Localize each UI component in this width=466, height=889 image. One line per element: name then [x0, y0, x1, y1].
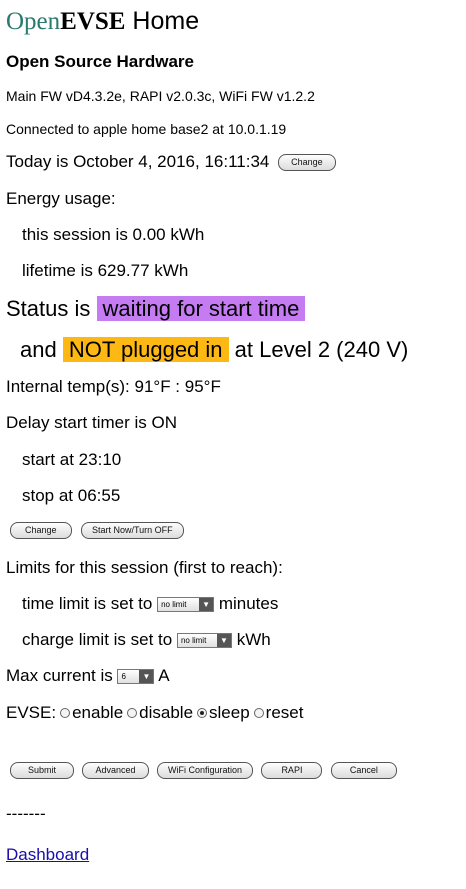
timer-stop: stop at 06:55 [22, 486, 121, 505]
plug-state-badge: NOT plugged in [62, 337, 229, 362]
page-title: OpenEVSE Home [6, 7, 199, 36]
status-row: Status is waiting for start time [6, 296, 306, 322]
max-current-label: Max current is [6, 666, 113, 685]
charge-limit-value: no limit [180, 636, 207, 646]
submit-button[interactable]: Submit [10, 762, 75, 780]
title-open: Open [6, 8, 61, 35]
energy-lifetime: lifetime is 629.77 kWh [22, 261, 189, 280]
time-limit-unit: minutes [218, 594, 279, 613]
dashboard-link[interactable]: Dashboard [6, 845, 89, 864]
subtitle: Open Source Hardware [6, 52, 195, 71]
evse-mode-row: EVSE: enable disable sleep reset [6, 703, 303, 723]
time-limit-select[interactable]: no limit ▼ [157, 597, 215, 613]
status-level: at Level 2 (240 V) [234, 337, 409, 362]
limits-heading: Limits for this session (first to reach)… [6, 558, 283, 577]
wifi-configuration-button[interactable]: WiFi Configuration [156, 762, 253, 780]
status-and: and [20, 337, 57, 362]
max-current-select[interactable]: 6 ▼ [117, 669, 155, 685]
start-now-button[interactable]: Start Now/Turn OFF [80, 522, 184, 540]
energy-session: this session is 0.00 kWh [22, 225, 205, 244]
time-limit-value: no limit [161, 600, 187, 610]
evse-mode-label: EVSE: [6, 703, 57, 722]
connection-info: Connected to apple home base2 at 10.0.1.… [6, 121, 287, 137]
rapi-button[interactable]: RAPI [261, 762, 323, 780]
cancel-button[interactable]: Cancel [330, 762, 397, 780]
energy-heading: Energy usage: [6, 189, 116, 208]
evse-sleep-radio[interactable] [197, 707, 208, 718]
plug-row: and NOT plugged in at Level 2 (240 V) [20, 337, 408, 363]
datetime-text: Today is October 4, 2016, 16:11:34 [6, 152, 270, 171]
timer-buttons: Change Start Now/Turn OFF [10, 522, 184, 540]
title-evse: EVSE [60, 8, 126, 35]
evse-sleep-label: sleep [209, 703, 250, 722]
timer-change-button[interactable]: Change [10, 522, 72, 540]
footer-links: Dashboard [6, 845, 89, 865]
title-home: Home [132, 7, 200, 35]
evse-disable-radio[interactable] [127, 707, 138, 718]
evse-disable-label: disable [139, 703, 194, 722]
datetime-change-button[interactable]: Change [278, 154, 336, 172]
charge-limit-unit: kWh [236, 630, 271, 649]
evse-enable-label: enable [72, 703, 124, 722]
status-prefix: Status is [6, 296, 91, 321]
status-state-badge: waiting for start time [96, 296, 306, 321]
advanced-button[interactable]: Advanced [82, 762, 149, 780]
separator: ------- [6, 804, 46, 823]
chevron-down-icon: ▼ [216, 634, 231, 648]
evse-reset-label: reset [265, 703, 304, 722]
max-current-value: 6 [121, 672, 126, 682]
chevron-down-icon: ▼ [139, 670, 154, 684]
max-current-unit: A [158, 666, 170, 685]
charge-limit-select[interactable]: no limit ▼ [176, 633, 232, 649]
charge-limit-row: charge limit is set to no limit ▼ kWh [22, 630, 271, 650]
timer-start: start at 23:10 [22, 450, 122, 469]
internal-temps: Internal temp(s): 91°F : 95°F [6, 377, 221, 396]
chevron-down-icon: ▼ [199, 598, 214, 612]
action-buttons: Submit Advanced WiFi Configuration RAPI … [10, 762, 397, 780]
time-limit-label: time limit is set to [22, 594, 153, 613]
datetime-row: Today is October 4, 2016, 16:11:34 Chang… [6, 152, 336, 172]
max-current-row: Max current is 6 ▼ A [6, 666, 170, 686]
evse-reset-radio[interactable] [253, 707, 264, 718]
charge-limit-label: charge limit is set to [22, 630, 173, 649]
firmware-info: Main FW vD4.3.2e, RAPI v2.0.3c, WiFi FW … [6, 88, 315, 104]
time-limit-row: time limit is set to no limit ▼ minutes [22, 594, 278, 614]
evse-enable-radio[interactable] [60, 707, 71, 718]
timer-status: Delay start timer is ON [6, 413, 177, 432]
